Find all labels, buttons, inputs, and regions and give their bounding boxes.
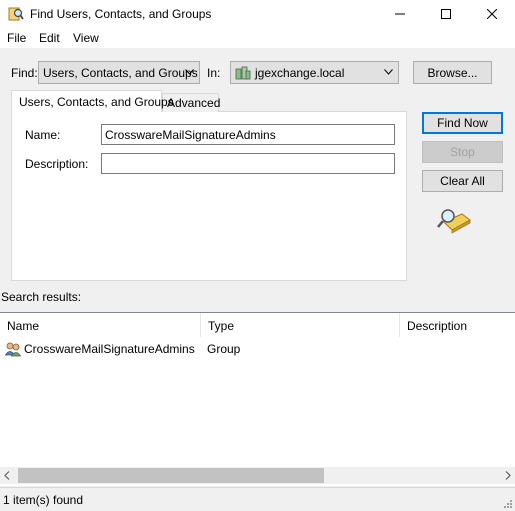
menu-edit[interactable]: Edit: [39, 31, 60, 45]
scroll-left-icon[interactable]: [4, 471, 10, 480]
domain-icon: [235, 66, 251, 80]
column-header-type[interactable]: Type: [201, 313, 400, 337]
table-row[interactable]: CrosswareMailSignatureAdmins Group: [0, 339, 515, 359]
menu-bar: File Edit View: [0, 28, 515, 48]
name-label: Name:: [25, 128, 61, 142]
status-bar: 1 item(s) found: [0, 487, 515, 511]
maximize-icon: [441, 9, 451, 19]
search-animation-icon: [437, 209, 471, 234]
description-label: Description:: [25, 157, 89, 171]
scrollbar-thumb[interactable]: [18, 468, 324, 483]
result-type: Group: [207, 342, 241, 356]
status-text: 1 item(s) found: [3, 493, 84, 507]
close-button[interactable]: [469, 0, 515, 28]
in-location-select[interactable]: jgexchange.local: [230, 61, 399, 84]
window-title: Find Users, Contacts, and Groups: [30, 7, 212, 21]
menu-view[interactable]: View: [73, 31, 99, 45]
group-icon: [5, 342, 22, 357]
clear-all-button[interactable]: Clear All: [422, 170, 503, 192]
title-bar: Find Users, Contacts, and Groups: [0, 0, 515, 28]
in-location-value: jgexchange.local: [255, 66, 345, 80]
results-list[interactable]: Name Type Description CrosswareMailSigna…: [0, 312, 515, 486]
column-header-name[interactable]: Name: [0, 313, 201, 337]
find-type-select[interactable]: Users, Contacts, and Groups: [38, 61, 200, 84]
browse-button[interactable]: Browse...: [413, 61, 492, 84]
chevron-down-icon: [185, 69, 194, 75]
tab-users-contacts-groups[interactable]: Users, Contacts, and Groups: [11, 90, 174, 112]
column-header-description[interactable]: Description: [400, 313, 515, 337]
in-label: In:: [207, 66, 221, 80]
maximize-button[interactable]: [423, 0, 469, 28]
find-label: Find:: [11, 66, 38, 80]
name-input[interactable]: CrosswareMailSignatureAdmins: [101, 124, 395, 145]
resize-grip-icon[interactable]: [503, 499, 513, 509]
scroll-right-icon[interactable]: [505, 471, 511, 480]
find-now-button[interactable]: Find Now: [422, 112, 503, 134]
minimize-icon: [395, 13, 405, 15]
close-icon: [487, 9, 497, 19]
result-name: CrosswareMailSignatureAdmins: [24, 342, 195, 356]
chevron-down-icon: [384, 69, 393, 75]
search-results-label: Search results:: [1, 290, 82, 304]
minimize-button[interactable]: [377, 0, 423, 28]
horizontal-scrollbar[interactable]: [0, 467, 515, 484]
find-directory-icon: [8, 7, 24, 21]
menu-file[interactable]: File: [7, 31, 26, 45]
stop-button[interactable]: Stop: [422, 141, 503, 163]
find-type-value: Users, Contacts, and Groups: [43, 66, 198, 80]
description-input[interactable]: [101, 153, 395, 174]
